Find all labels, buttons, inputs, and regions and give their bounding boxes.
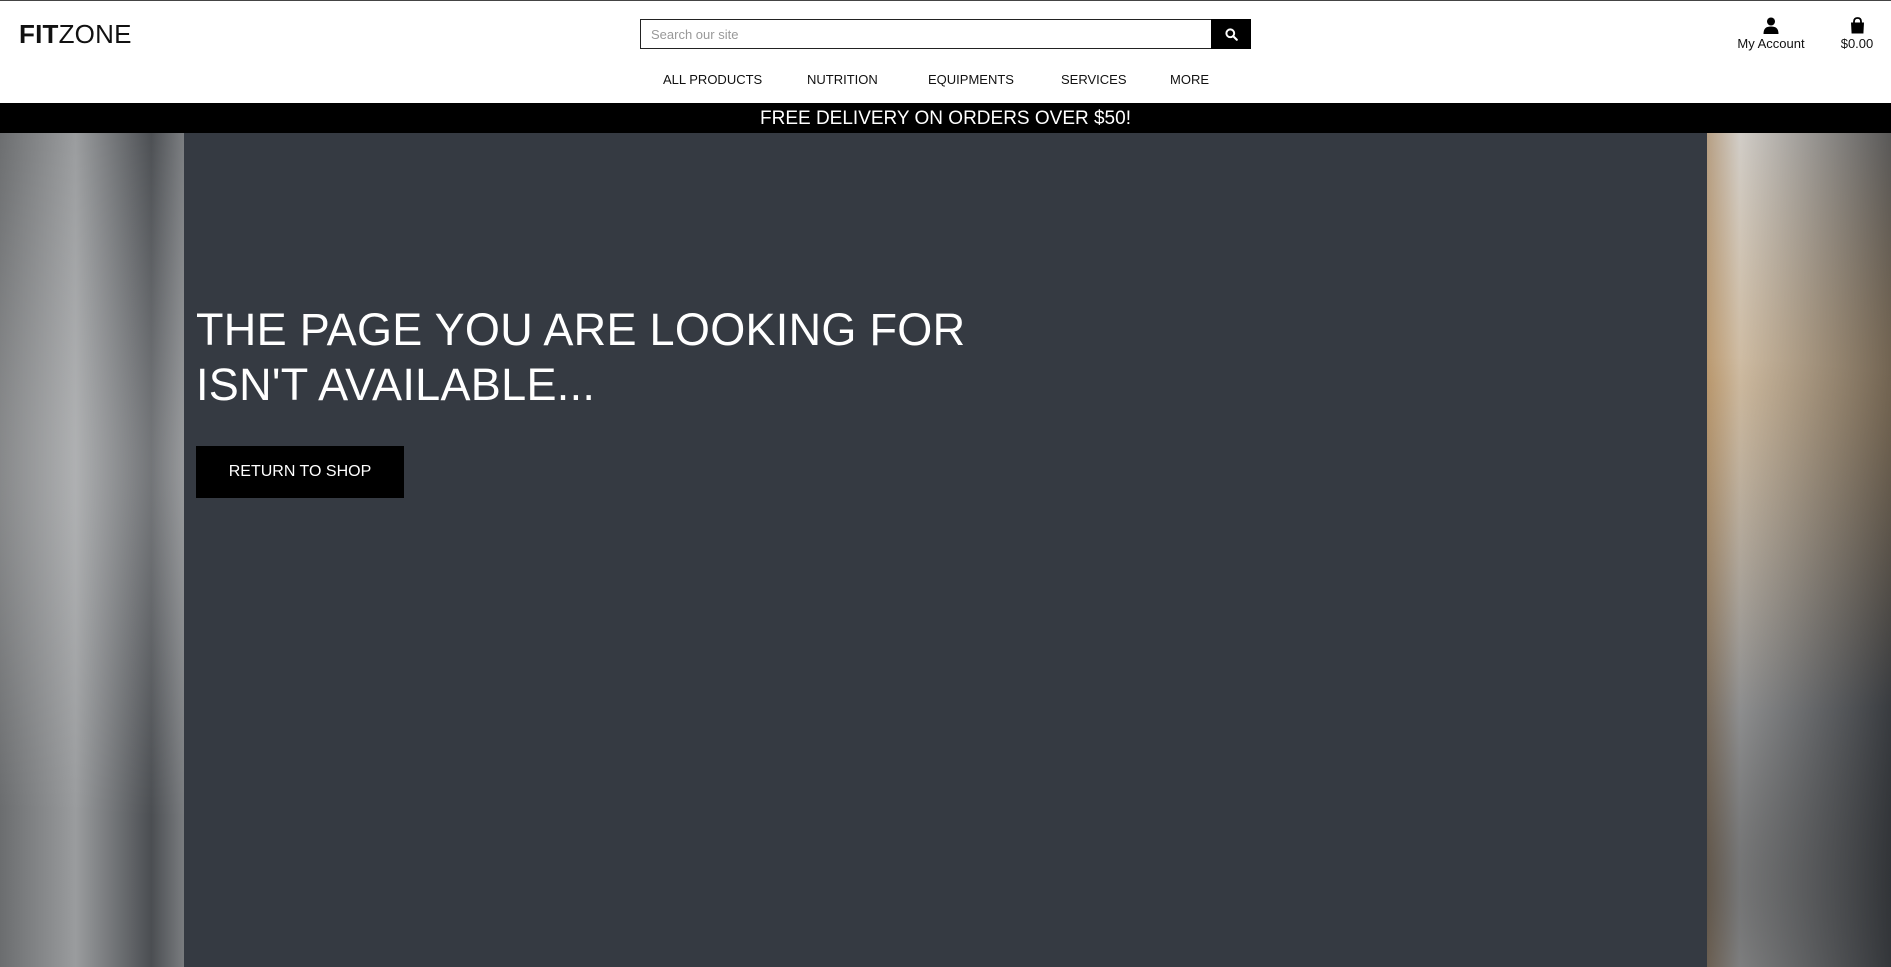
- my-account-link[interactable]: My Account: [1726, 14, 1816, 51]
- user-icon: [1763, 17, 1779, 34]
- hero-background: [0, 133, 1891, 967]
- page-not-found-heading: THE PAGE YOU ARE LOOKING FOR ISN'T AVAIL…: [196, 302, 996, 412]
- logo-zone: ZONE: [58, 19, 132, 49]
- cart-total: $0.00: [1840, 36, 1874, 51]
- search-button[interactable]: [1211, 19, 1251, 49]
- site-logo[interactable]: FITZONE: [19, 19, 132, 50]
- heading-line-2: ISN'T AVAILABLE...: [196, 359, 596, 410]
- return-to-shop-button[interactable]: RETURN TO SHOP: [196, 446, 404, 498]
- site-header: FITZONE My Account $0.00 ALL: [0, 1, 1891, 102]
- nav-services[interactable]: SERVICES: [1061, 72, 1127, 87]
- main-navigation: ALL PRODUCTS NUTRITION EQUIPMENTS SERVIC…: [640, 72, 1251, 94]
- logo-fit: FIT: [19, 19, 59, 49]
- search-icon: [1224, 27, 1238, 41]
- nav-nutrition[interactable]: NUTRITION: [807, 72, 878, 87]
- nav-equipments[interactable]: EQUIPMENTS: [928, 72, 1014, 87]
- search-form: [640, 19, 1251, 49]
- my-account-label: My Account: [1737, 36, 1805, 51]
- shopping-bag-icon: [1850, 17, 1864, 34]
- nav-more[interactable]: MORE: [1170, 72, 1209, 87]
- cart-link[interactable]: $0.00: [1830, 14, 1884, 51]
- nav-all-products[interactable]: ALL PRODUCTS: [663, 72, 762, 87]
- dark-overlay-panel: [184, 133, 1707, 967]
- free-delivery-banner: FREE DELIVERY ON ORDERS OVER $50!: [0, 103, 1891, 133]
- search-input[interactable]: [640, 19, 1211, 49]
- heading-line-1: THE PAGE YOU ARE LOOKING FOR: [196, 304, 966, 355]
